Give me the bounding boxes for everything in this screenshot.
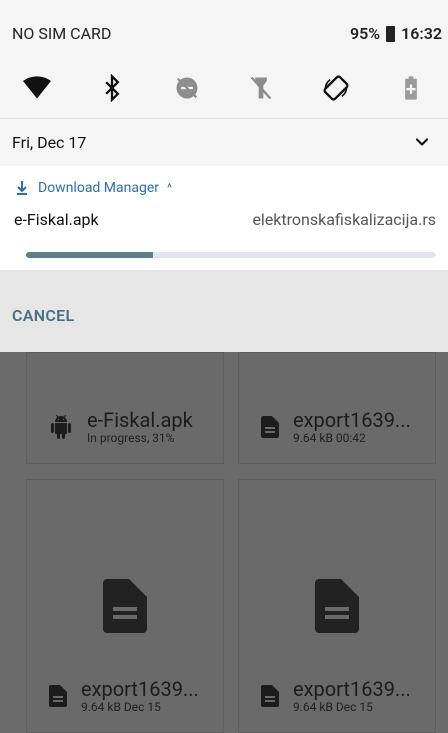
download-row: export1639... 9.64 kB Dec 15: [49, 678, 199, 714]
carrier-text: NO SIM CARD: [12, 24, 112, 43]
notification-shade: NO SIM CARD 95% 16:32 Fri, Dec 17 Downlo…: [0, 0, 448, 352]
download-subtitle: 9.64 kB Dec 15: [293, 700, 373, 714]
download-text: export1639... 9.64 kB Dec 15: [293, 678, 411, 714]
battery-icon: [386, 25, 396, 42]
status-right: 95% 16:32: [350, 24, 442, 43]
bluetooth-icon: [105, 74, 120, 102]
download-row: e-Fiskal.apk In progress, 31%: [49, 409, 193, 445]
date-text: Fri, Dec 17: [12, 132, 87, 152]
download-progress-bar: [26, 252, 436, 258]
bluetooth-toggle[interactable]: [75, 68, 150, 108]
cancel-button[interactable]: CANCEL: [12, 306, 74, 325]
download-row: export1639... 9.64 kB Dec 15: [261, 678, 411, 714]
dnd-toggle[interactable]: [149, 68, 224, 108]
download-card[interactable]: export1639... 9.64 kB Dec 15: [238, 479, 436, 733]
battery-saver-icon: [404, 76, 417, 100]
battery-saver-toggle[interactable]: [373, 68, 448, 108]
notification-site: elektronskafiskalizacija.rs: [252, 210, 436, 229]
notification-header: Download Manager ^: [14, 180, 172, 196]
flashlight-toggle[interactable]: [224, 68, 299, 108]
download-card[interactable]: export1639... 9.64 kB Dec 15: [26, 479, 224, 733]
expand-caret-icon[interactable]: ^: [167, 181, 172, 195]
download-icon: [17, 181, 27, 195]
wifi-icon: [23, 76, 52, 99]
wifi-toggle[interactable]: [0, 68, 75, 108]
document-icon: [315, 579, 359, 633]
document-icon: [261, 416, 279, 438]
auto-rotate-icon: [323, 75, 349, 101]
notification-title: e-Fiskal.apk: [14, 210, 99, 229]
download-subtitle: In progress, 31%: [87, 431, 175, 445]
download-title: export1639...: [293, 677, 411, 701]
download-text: e-Fiskal.apk In progress, 31%: [87, 409, 193, 445]
battery-percent: 95%: [349, 24, 381, 43]
auto-rotate-toggle[interactable]: [299, 68, 374, 108]
download-row: export1639... 9.64 kB 00:42: [261, 409, 411, 445]
flashlight-off-icon: [251, 76, 272, 100]
download-subtitle: 9.64 kB Dec 15: [81, 700, 161, 714]
download-card[interactable]: e-Fiskal.apk In progress, 31%: [26, 352, 224, 464]
clock: 16:32: [401, 24, 442, 43]
document-icon: [49, 685, 67, 707]
android-icon: [51, 415, 71, 439]
download-notification[interactable]: Download Manager ^ e-Fiskal.apk elektron…: [0, 166, 448, 270]
download-title: e-Fiskal.apk: [87, 408, 193, 432]
download-subtitle: 9.64 kB 00:42: [293, 431, 366, 445]
notification-actions: CANCEL: [0, 270, 448, 352]
download-text: export1639... 9.64 kB Dec 15: [81, 678, 199, 714]
download-title: export1639...: [293, 408, 411, 432]
document-icon: [261, 685, 279, 707]
downloads-grid: e-Fiskal.apk In progress, 31% export1639…: [0, 352, 448, 733]
progress-fill: [26, 252, 154, 258]
dnd-off-icon: [176, 77, 198, 99]
document-icon: [103, 579, 147, 633]
quick-settings-row: [0, 68, 448, 108]
status-bar: NO SIM CARD 95% 16:32: [0, 0, 448, 52]
notification-app-name: Download Manager: [38, 180, 160, 196]
download-card[interactable]: export1639... 9.64 kB 00:42: [238, 352, 436, 464]
chevron-down-icon[interactable]: [412, 132, 432, 152]
download-title: export1639...: [81, 677, 199, 701]
download-text: export1639... 9.64 kB 00:42: [293, 409, 411, 445]
date-row: Fri, Dec 17: [0, 118, 448, 166]
